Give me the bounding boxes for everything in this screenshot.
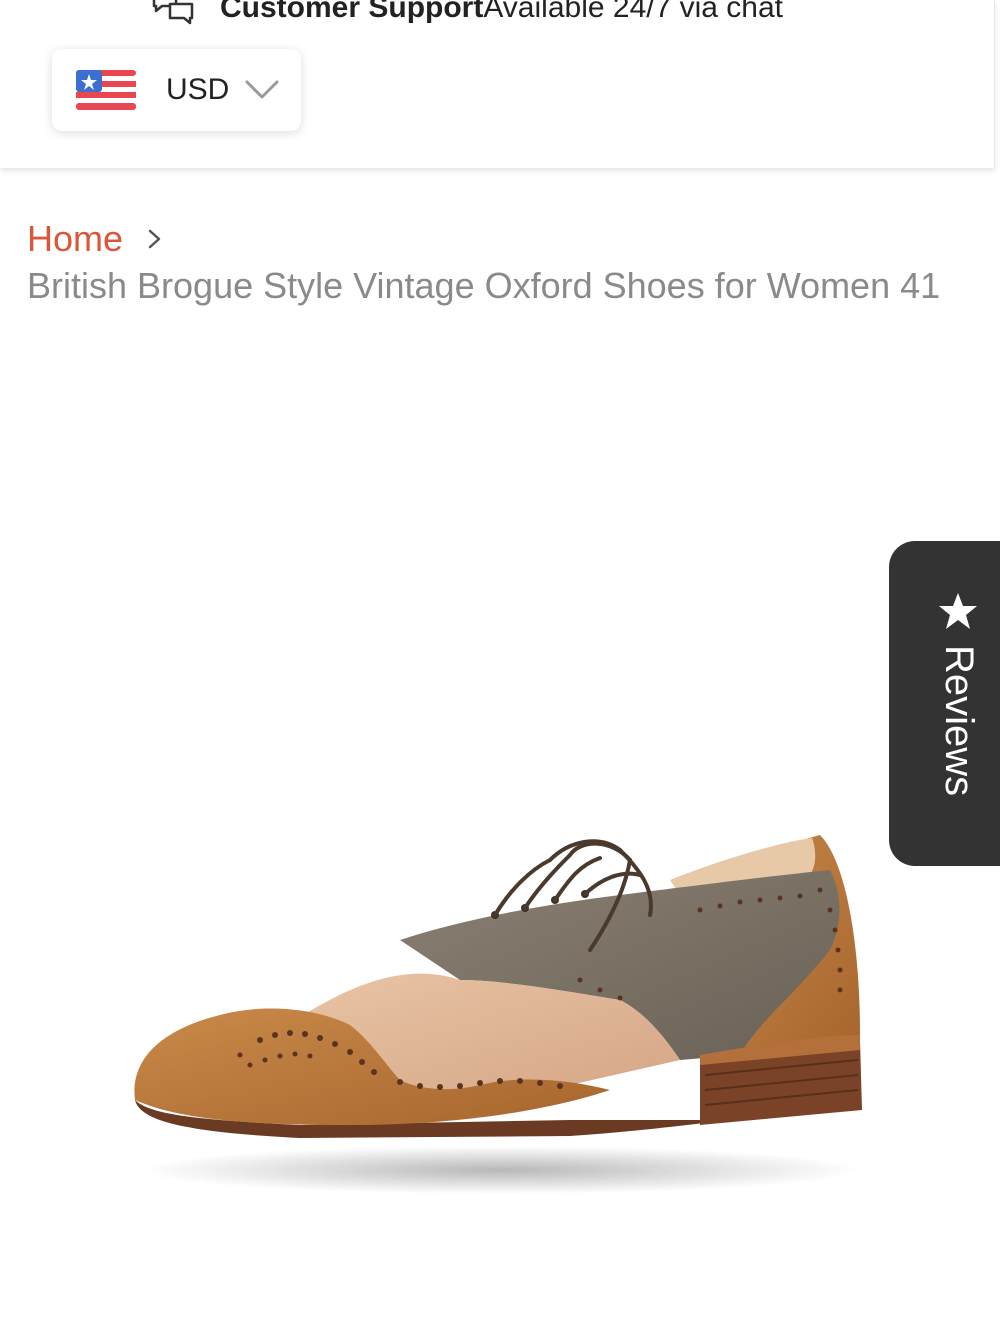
support-subtitle: Available 24/7 via chat (483, 0, 783, 24)
chat-bubbles-icon (152, 0, 194, 25)
star-icon (939, 593, 978, 629)
product-image[interactable] (100, 820, 880, 1200)
breadcrumb: Home (27, 218, 165, 260)
reviews-tab-content: Reviews (936, 591, 981, 796)
reviews-label: Reviews (937, 645, 981, 797)
us-flag-icon (76, 70, 136, 110)
currency-selector[interactable]: USD (52, 49, 301, 131)
currency-code: USD (166, 73, 230, 106)
chevron-right-icon (148, 229, 161, 249)
chevron-down-icon (245, 80, 279, 99)
site-header: Customer Support Available 24/7 via chat… (0, 0, 995, 168)
support-title: Customer Support (220, 0, 484, 24)
customer-support[interactable]: Customer Support Available 24/7 via chat (150, 0, 783, 30)
reviews-tab[interactable]: Reviews (889, 541, 1000, 866)
breadcrumb-current-product: British Brogue Style Vintage Oxford Shoe… (27, 265, 941, 306)
breadcrumb-home-link[interactable]: Home (27, 218, 123, 260)
